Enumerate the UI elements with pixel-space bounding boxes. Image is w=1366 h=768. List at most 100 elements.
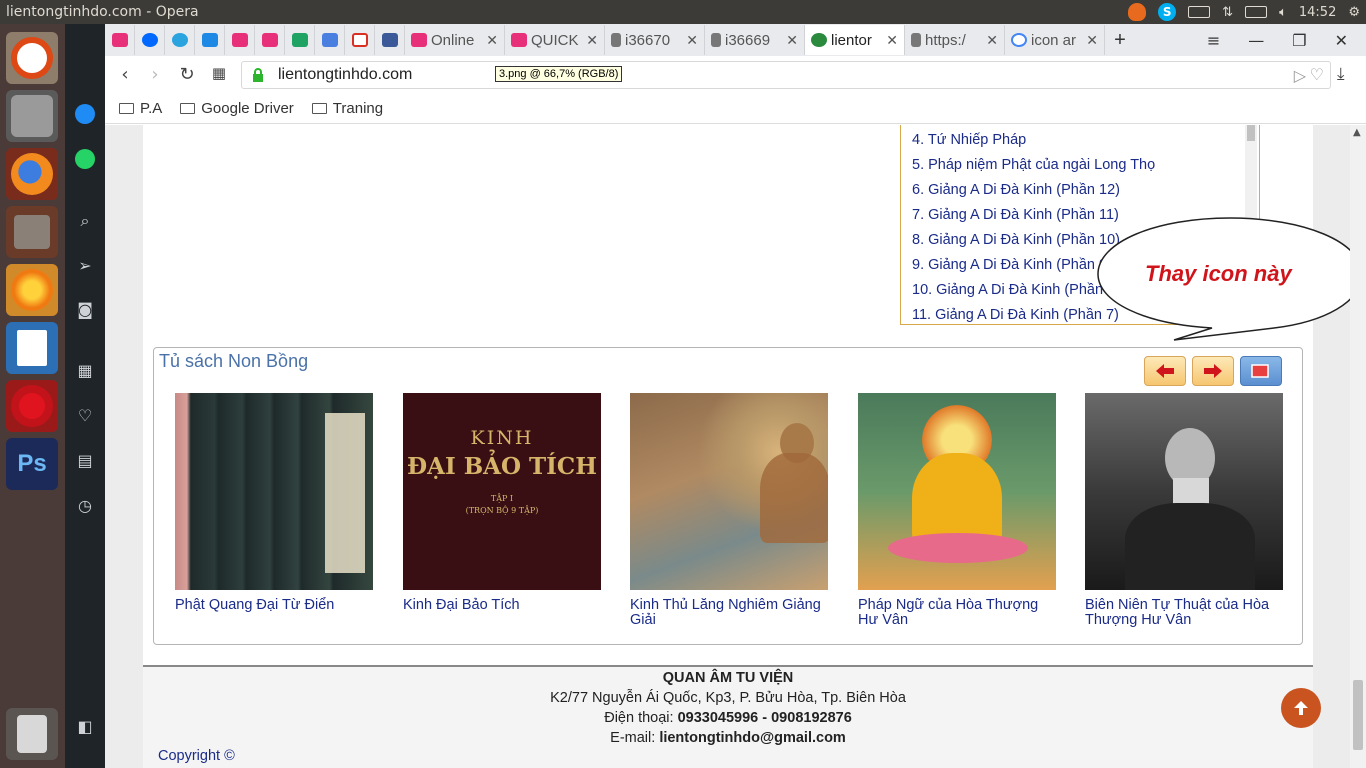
tab-menu-icon[interactable]: ≡ — [1207, 31, 1220, 50]
new-tab-button[interactable]: + — [1105, 25, 1135, 55]
search-icon[interactable]: ⌕ — [73, 209, 97, 233]
bookmark-folder-google-driver[interactable]: Google Driver — [180, 100, 294, 117]
trash-icon[interactable] — [6, 708, 58, 760]
lecture-link[interactable]: 4. Tứ Nhiếp Pháp — [912, 128, 1259, 153]
scroll-up-icon[interactable]: ▲ — [1353, 127, 1361, 138]
book-cover-image[interactable]: KINH ĐẠI BẢO TÍCH TẬP I (TRỌN BỘ 9 TẬP) — [403, 393, 601, 590]
tab-https[interactable]: https:/✕ — [905, 25, 1005, 55]
site-icon — [811, 33, 827, 47]
pause-button[interactable] — [1240, 356, 1282, 386]
back-icon[interactable]: ‹ — [109, 64, 141, 85]
book-title[interactable]: Kinh Thủ Lăng Nghiêm Giảng Giải — [630, 598, 828, 628]
tab-telegram[interactable] — [165, 25, 195, 55]
tab-pinned-1[interactable] — [105, 25, 135, 55]
tab-gmail[interactable] — [345, 25, 375, 55]
flame-icon[interactable] — [1128, 3, 1147, 21]
close-tab-icon[interactable]: ✕ — [686, 32, 698, 49]
next-button[interactable] — [1192, 356, 1234, 386]
reload-icon[interactable]: ↻ — [171, 64, 203, 85]
footer-email-line: E-mail: lientongtinhdo@gmail.com — [610, 730, 846, 746]
tab-grid-icon[interactable]: ▦ — [203, 64, 235, 82]
tab-quick[interactable]: QUICK ✕ — [505, 25, 605, 55]
tab-zalo[interactable] — [135, 25, 165, 55]
messenger-icon[interactable] — [73, 102, 97, 126]
bookmark-heart-icon[interactable]: ♡ — [1310, 65, 1324, 85]
system-settings-icon[interactable] — [6, 90, 58, 142]
book-title[interactable]: Kinh Đại Bảo Tích — [403, 598, 601, 613]
ubuntu-dash-icon[interactable] — [6, 32, 58, 84]
close-tab-icon[interactable]: ✕ — [986, 32, 998, 49]
lecture-link[interactable]: 5. Pháp niệm Phật của ngài Long Thọ — [912, 153, 1259, 178]
send-icon[interactable]: ➢ — [73, 253, 97, 277]
tab-i36669[interactable]: i36669 ✕ — [705, 25, 805, 55]
tab-lientongtinhdo[interactable]: lientor ✕ — [805, 25, 905, 55]
download-icon[interactable]: ⤓ — [1337, 64, 1345, 84]
forward-icon[interactable]: › — [139, 64, 171, 85]
book-item[interactable]: Pháp Ngữ của Hòa Thượng Hư Vân — [858, 393, 1056, 628]
book-cover-image[interactable] — [175, 393, 373, 590]
close-tab-icon[interactable]: ✕ — [786, 32, 798, 49]
scroll-to-top-button[interactable] — [1281, 688, 1321, 728]
prev-button[interactable] — [1144, 356, 1186, 386]
settings-gear-icon[interactable]: ⚙ — [1348, 5, 1360, 20]
battery-icon[interactable] — [1245, 6, 1268, 18]
page-scrollbar[interactable]: ▲ — [1350, 125, 1366, 768]
camera-icon[interactable]: ◙ — [73, 297, 97, 321]
tab-sheets[interactable] — [285, 25, 315, 55]
speed-dial-icon[interactable]: ▦ — [73, 358, 97, 382]
close-tab-icon[interactable]: ✕ — [886, 32, 898, 49]
tab-online[interactable]: Online ✕ — [405, 25, 505, 55]
tab-pinned-2[interactable] — [225, 25, 255, 55]
book-item[interactable]: Biên Niên Tự Thuật của Hòa Thượng Hư Vân — [1085, 393, 1283, 628]
history-icon[interactable]: ◷ — [73, 493, 97, 517]
close-window-icon[interactable]: ✕ — [1335, 31, 1348, 50]
tab-chat[interactable] — [195, 25, 225, 55]
close-tab-icon[interactable]: ✕ — [586, 32, 598, 49]
book-cover-image[interactable] — [1085, 393, 1283, 590]
bookmark-folder-pa[interactable]: P.A — [119, 100, 162, 117]
close-tab-icon[interactable]: ✕ — [486, 32, 498, 49]
book-title[interactable]: Biên Niên Tự Thuật của Hòa Thượng Hư Vân — [1085, 598, 1283, 628]
flame-app-icon[interactable] — [6, 264, 58, 316]
news-icon[interactable]: ▤ — [73, 448, 97, 472]
url-bar[interactable]: lientongtinhdo.com ▷ ♡ — [241, 61, 1331, 89]
libreoffice-writer-icon[interactable] — [6, 322, 58, 374]
skype-icon[interactable]: S — [1158, 3, 1177, 21]
book-item[interactable]: Phật Quang Đại Từ Điển — [175, 393, 373, 613]
footer-email[interactable]: lientongtinhdo@gmail.com — [659, 730, 846, 746]
close-tab-icon[interactable]: ✕ — [1086, 32, 1098, 49]
whatsapp-icon[interactable] — [73, 147, 97, 171]
book-cover-text: KINH — [470, 427, 534, 449]
book-item[interactable]: Kinh Thủ Lăng Nghiêm Giảng Giải — [630, 393, 828, 628]
opera-icon[interactable] — [6, 380, 58, 432]
tab-icon-search[interactable]: icon ar ✕ — [1005, 25, 1105, 55]
system-tray: S ⇅ 🔈︎ 14:52 ⚙ — [1128, 0, 1360, 24]
photoshop-icon[interactable]: Ps — [6, 438, 58, 490]
minimize-icon[interactable]: — — [1248, 31, 1264, 50]
book-item[interactable]: KINH ĐẠI BẢO TÍCH TẬP I (TRỌN BỘ 9 TẬP) … — [403, 393, 601, 613]
book-cover-image[interactable] — [858, 393, 1056, 590]
book-title[interactable]: Phật Quang Đại Từ Điển — [175, 598, 373, 613]
bookmark-folder-traning[interactable]: Traning — [311, 100, 383, 117]
keyboard-icon[interactable] — [1188, 6, 1211, 18]
firefox-icon[interactable] — [6, 148, 58, 200]
book-title[interactable]: Pháp Ngữ của Hòa Thượng Hư Vân — [858, 598, 1056, 628]
tab-translate[interactable] — [315, 25, 345, 55]
sidebar-toggle-icon[interactable]: ◧ — [73, 714, 97, 738]
restore-icon[interactable]: ❐ — [1292, 31, 1306, 50]
scrollbar-thumb[interactable] — [1353, 680, 1363, 750]
book-cover-image[interactable] — [630, 393, 828, 590]
volume-icon[interactable]: 🔈︎ — [1279, 5, 1287, 20]
folder-icon — [311, 103, 327, 114]
network-icon[interactable]: ⇅ — [1222, 5, 1233, 20]
files-icon[interactable] — [6, 206, 58, 258]
bookmarks-heart-icon[interactable]: ♡ — [73, 403, 97, 427]
lecture-link[interactable]: 6. Giảng A Di Đà Kinh (Phần 12) — [912, 178, 1259, 203]
tab-i36670[interactable]: i36670 ✕ — [605, 25, 705, 55]
send-to-flow-icon[interactable]: ▷ — [1294, 66, 1306, 86]
bookshelf-nav — [1144, 356, 1282, 386]
tab-pinned-3[interactable] — [255, 25, 285, 55]
unity-launcher: Ps — [0, 24, 65, 768]
tab-facebook[interactable] — [375, 25, 405, 55]
clock[interactable]: 14:52 — [1299, 5, 1336, 20]
